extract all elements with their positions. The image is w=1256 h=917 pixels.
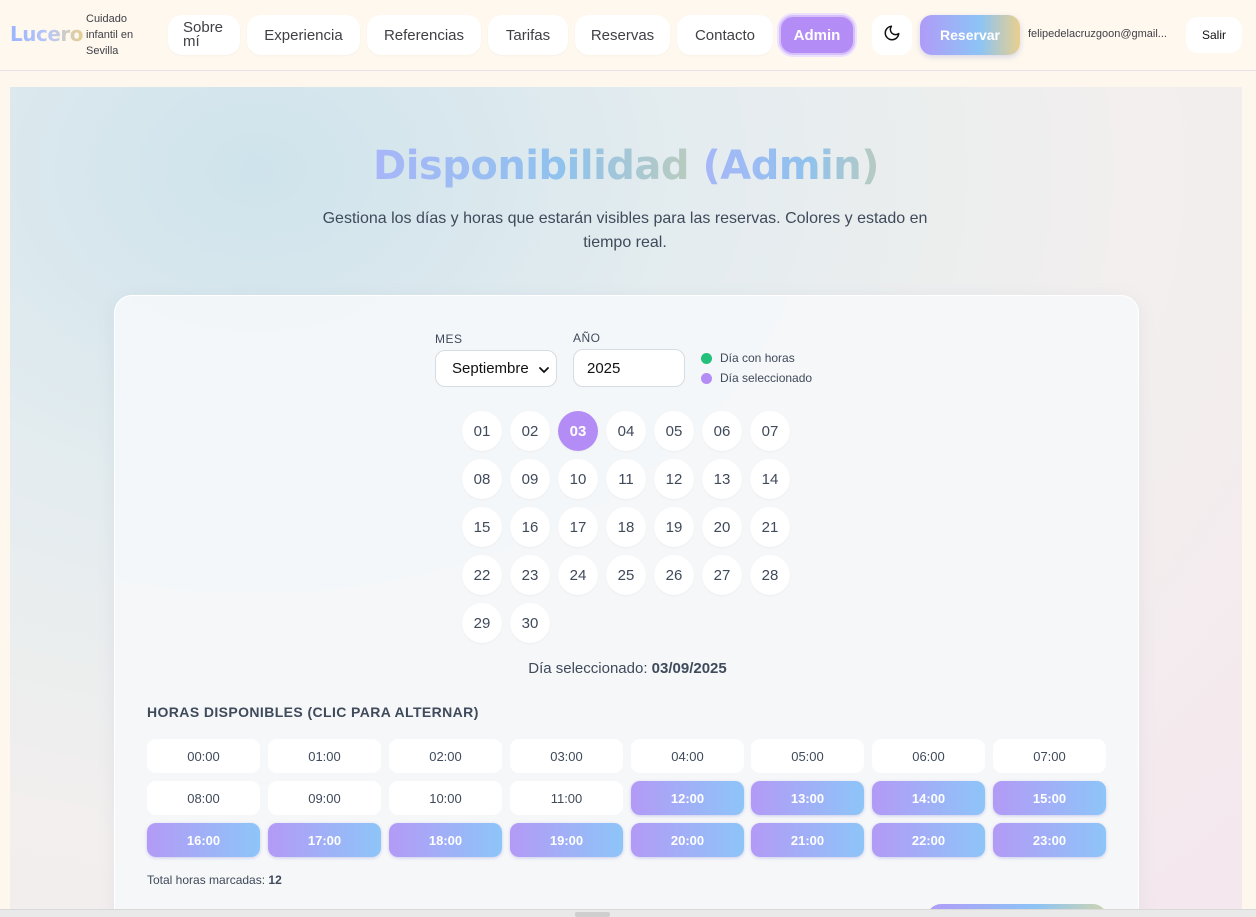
hours-title: HORAS DISPONIBLES (CLIC PARA ALTERNAR) <box>147 704 479 720</box>
reserve-button[interactable]: Reservar <box>920 15 1020 55</box>
hour-slot-active[interactable]: 15:00 <box>993 781 1106 815</box>
nav-referencias[interactable]: Referencias <box>367 15 481 55</box>
day-cell[interactable]: 01 <box>462 411 502 451</box>
hour-slot-active[interactable]: 12:00 <box>631 781 744 815</box>
day-cell-selected[interactable]: 03 <box>558 411 598 451</box>
legend-label: Día seleccionado <box>720 371 813 385</box>
scrollbar-thumb[interactable] <box>575 912 610 917</box>
year-input[interactable]: 2025 <box>573 349 685 387</box>
total-hours-value: 12 <box>268 873 282 887</box>
day-cell[interactable]: 21 <box>750 507 790 547</box>
day-cell[interactable]: 23 <box>510 555 550 595</box>
day-cell[interactable]: 18 <box>606 507 646 547</box>
day-cell[interactable]: 05 <box>654 411 694 451</box>
top-navbar: Lucero Cuidado infantil en Sevilla Sobre… <box>0 0 1256 71</box>
hour-slot-active[interactable]: 16:00 <box>147 823 260 857</box>
day-cell[interactable]: 04 <box>606 411 646 451</box>
hour-slot-active[interactable]: 18:00 <box>389 823 502 857</box>
day-cell[interactable]: 16 <box>510 507 550 547</box>
day-cell[interactable]: 13 <box>702 459 742 499</box>
page-subtitle: Gestiona los días y horas que estarán vi… <box>322 210 928 251</box>
total-hours-label: Total horas marcadas: <box>147 873 266 887</box>
hour-slot-active[interactable]: 14:00 <box>872 781 985 815</box>
day-cell[interactable]: 11 <box>606 459 646 499</box>
day-cell[interactable]: 26 <box>654 555 694 595</box>
day-cell[interactable]: 06 <box>702 411 742 451</box>
day-cell[interactable]: 14 <box>750 459 790 499</box>
logo[interactable]: Lucero <box>10 22 84 46</box>
hour-slot[interactable]: 05:00 <box>751 739 864 773</box>
day-cell[interactable]: 12 <box>654 459 694 499</box>
nav-sobre-mi[interactable]: Sobre mí <box>168 15 240 55</box>
green-dot-icon <box>701 352 712 364</box>
main-section: Disponibilidad (Admin) Gestiona los días… <box>10 87 1242 917</box>
hour-slot[interactable]: 07:00 <box>993 739 1106 773</box>
purple-dot-icon <box>701 372 712 384</box>
year-input-value: 2025 <box>587 359 621 377</box>
hour-slot[interactable]: 11:00 <box>510 781 623 815</box>
hour-slot[interactable]: 03:00 <box>510 739 623 773</box>
nav-experiencia[interactable]: Experiencia <box>247 15 360 55</box>
total-hours: Total horas marcadas: 12 <box>147 873 282 887</box>
page-title: Disponibilidad (Admin) <box>10 143 1242 189</box>
theme-toggle-button[interactable] <box>872 15 912 55</box>
selected-day-text: Día seleccionado: 03/09/2025 <box>115 660 1140 677</box>
page-title-suffix: (Admin) <box>702 143 879 189</box>
user-email: felipedelacruzgoon@gmail... <box>1028 28 1167 40</box>
hour-slot[interactable]: 00:00 <box>147 739 260 773</box>
selected-day-prefix: Día seleccionado: <box>528 660 648 677</box>
hour-slot-active[interactable]: 21:00 <box>751 823 864 857</box>
day-cell[interactable]: 25 <box>606 555 646 595</box>
hour-slot[interactable]: 04:00 <box>631 739 744 773</box>
chevron-down-icon <box>538 363 550 375</box>
legend-label: Día con horas <box>720 351 795 365</box>
logout-button[interactable]: Salir <box>1186 17 1242 53</box>
day-cell[interactable]: 09 <box>510 459 550 499</box>
legend-day-with-hours: Día con horas <box>701 351 795 365</box>
hour-slot[interactable]: 08:00 <box>147 781 260 815</box>
nav-reservas[interactable]: Reservas <box>575 15 670 55</box>
legend-selected-day: Día seleccionado <box>701 371 812 385</box>
page-title-main: Disponibilidad <box>372 143 690 189</box>
year-label: AÑO <box>573 331 601 345</box>
nav-admin[interactable]: Admin <box>779 15 855 55</box>
day-cell[interactable]: 24 <box>558 555 598 595</box>
hour-slot-active[interactable]: 19:00 <box>510 823 623 857</box>
horizontal-scrollbar[interactable] <box>0 909 1256 917</box>
day-cell[interactable]: 10 <box>558 459 598 499</box>
day-cell[interactable]: 20 <box>702 507 742 547</box>
hour-slot[interactable]: 02:00 <box>389 739 502 773</box>
nav-contacto[interactable]: Contacto <box>677 15 773 55</box>
day-cell[interactable]: 07 <box>750 411 790 451</box>
day-cell[interactable]: 19 <box>654 507 694 547</box>
day-cell[interactable]: 15 <box>462 507 502 547</box>
day-cell[interactable]: 29 <box>462 603 502 643</box>
day-cell[interactable]: 22 <box>462 555 502 595</box>
nav-tarifas[interactable]: Tarifas <box>488 15 568 55</box>
day-cell[interactable]: 28 <box>750 555 790 595</box>
hour-slot[interactable]: 10:00 <box>389 781 502 815</box>
availability-card: MES Septiembre AÑO 2025 Día con horas Dí… <box>114 295 1139 917</box>
hour-slot-active[interactable]: 23:00 <box>993 823 1106 857</box>
month-select[interactable]: Septiembre <box>435 350 557 387</box>
tagline: Cuidado infantil en Sevilla <box>86 13 134 57</box>
day-cell[interactable]: 08 <box>462 459 502 499</box>
day-cell[interactable]: 27 <box>702 555 742 595</box>
selected-day-date: 03/09/2025 <box>651 660 727 677</box>
day-cell[interactable]: 02 <box>510 411 550 451</box>
hour-slot-active[interactable]: 13:00 <box>751 781 864 815</box>
hour-slot-active[interactable]: 17:00 <box>268 823 381 857</box>
hour-slot-active[interactable]: 22:00 <box>872 823 985 857</box>
hour-slot[interactable]: 01:00 <box>268 739 381 773</box>
moon-icon <box>883 24 901 47</box>
month-label: MES <box>435 332 463 346</box>
day-cell[interactable]: 17 <box>558 507 598 547</box>
hour-slot-active[interactable]: 20:00 <box>631 823 744 857</box>
day-cell[interactable]: 30 <box>510 603 550 643</box>
month-select-value: Septiembre <box>452 360 529 377</box>
hour-slot[interactable]: 06:00 <box>872 739 985 773</box>
hour-slot[interactable]: 09:00 <box>268 781 381 815</box>
